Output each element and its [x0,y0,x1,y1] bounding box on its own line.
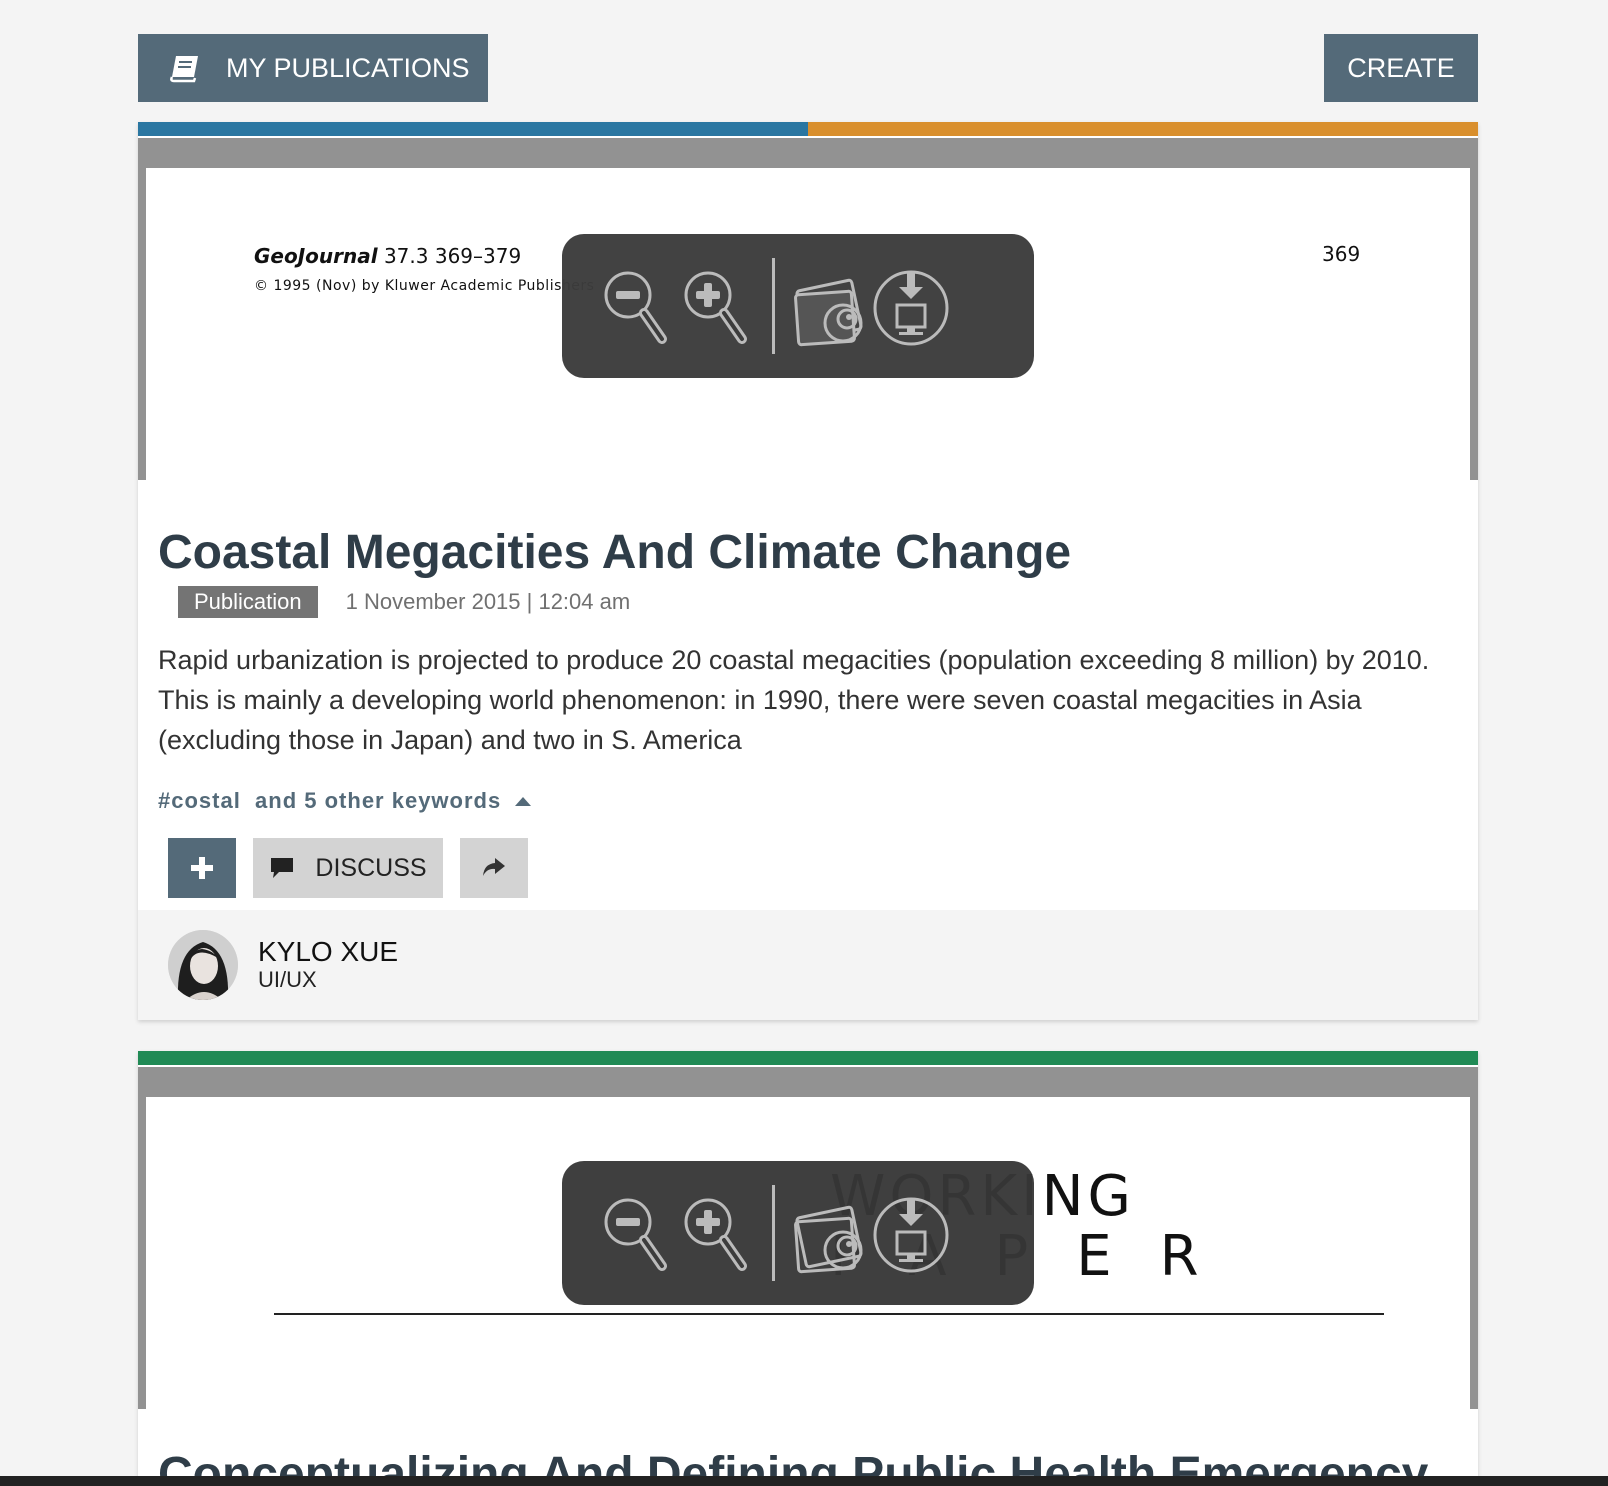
author-section: KYLO XUE UI/UX [138,910,1478,1020]
page-number: 369 [1322,242,1361,266]
book-icon [170,56,198,83]
author-name[interactable]: KYLO XUE [258,937,398,967]
my-publications-button[interactable]: MY PUBLICATIONS [138,34,488,102]
journal-citation: GeoJournal 37.3 369–379 [254,244,522,268]
zoom-out-icon[interactable] [596,261,676,351]
zoom-in-icon[interactable] [676,1188,756,1278]
category-color-bar [138,1051,1478,1065]
publication-meta: Publication 1 November 2015 | 12:04 am [178,586,1458,618]
gallery-icon[interactable] [791,1188,871,1278]
discuss-label: DISCUSS [315,853,427,882]
category-color-bar [138,122,1478,136]
download-icon[interactable] [871,261,951,351]
share-button[interactable] [460,838,528,898]
avatar[interactable] [168,930,238,1000]
zoom-in-icon[interactable] [676,261,756,351]
viewer-toolbar [562,234,1034,378]
zoom-out-icon[interactable] [596,1188,676,1278]
document-preview: WORKING PAPER [138,1067,1478,1409]
bottom-edge [0,1476,1608,1486]
my-publications-label: MY PUBLICATIONS [226,52,470,83]
toolbar-separator [772,1185,775,1281]
publication-abstract: Rapid urbanization is projected to produ… [158,645,1430,755]
discuss-button[interactable]: DISCUSS [253,838,443,898]
publication-title[interactable]: Coastal Megacities And Climate Change [158,524,1458,582]
publication-card: WORKING PAPER Conceptualizing And Defini… [138,1051,1478,1486]
gallery-icon[interactable] [791,261,871,351]
keywords-text: #costal and 5 other keywords [158,788,502,813]
divider [274,1313,1384,1315]
add-button[interactable] [168,838,236,898]
author-role: UI/UX [258,967,317,992]
share-icon [483,858,505,876]
toolbar-separator [772,258,775,354]
card-actions: DISCUSS [168,838,1458,898]
caret-up-icon [515,796,532,806]
plus-icon [191,857,213,879]
create-button[interactable]: CREATE [1324,34,1478,102]
document-preview: GeoJournal 37.3 369–379 © 1995 (Nov) by … [138,138,1478,480]
viewer-toolbar [562,1161,1034,1305]
download-icon[interactable] [871,1188,951,1278]
publication-date: 1 November 2015 | 12:04 am [345,589,631,614]
type-badge: Publication [178,586,318,618]
keywords-toggle[interactable]: #costal and 5 other keywords [158,788,1458,814]
copyright-line: © 1995 (Nov) by Kluwer Academic Publishe… [254,278,595,294]
card-body: Coastal Megacities And Climate Change Pu… [138,524,1478,898]
comment-icon [271,858,294,878]
publication-card: GeoJournal 37.3 369–379 © 1995 (Nov) by … [138,122,1478,1020]
